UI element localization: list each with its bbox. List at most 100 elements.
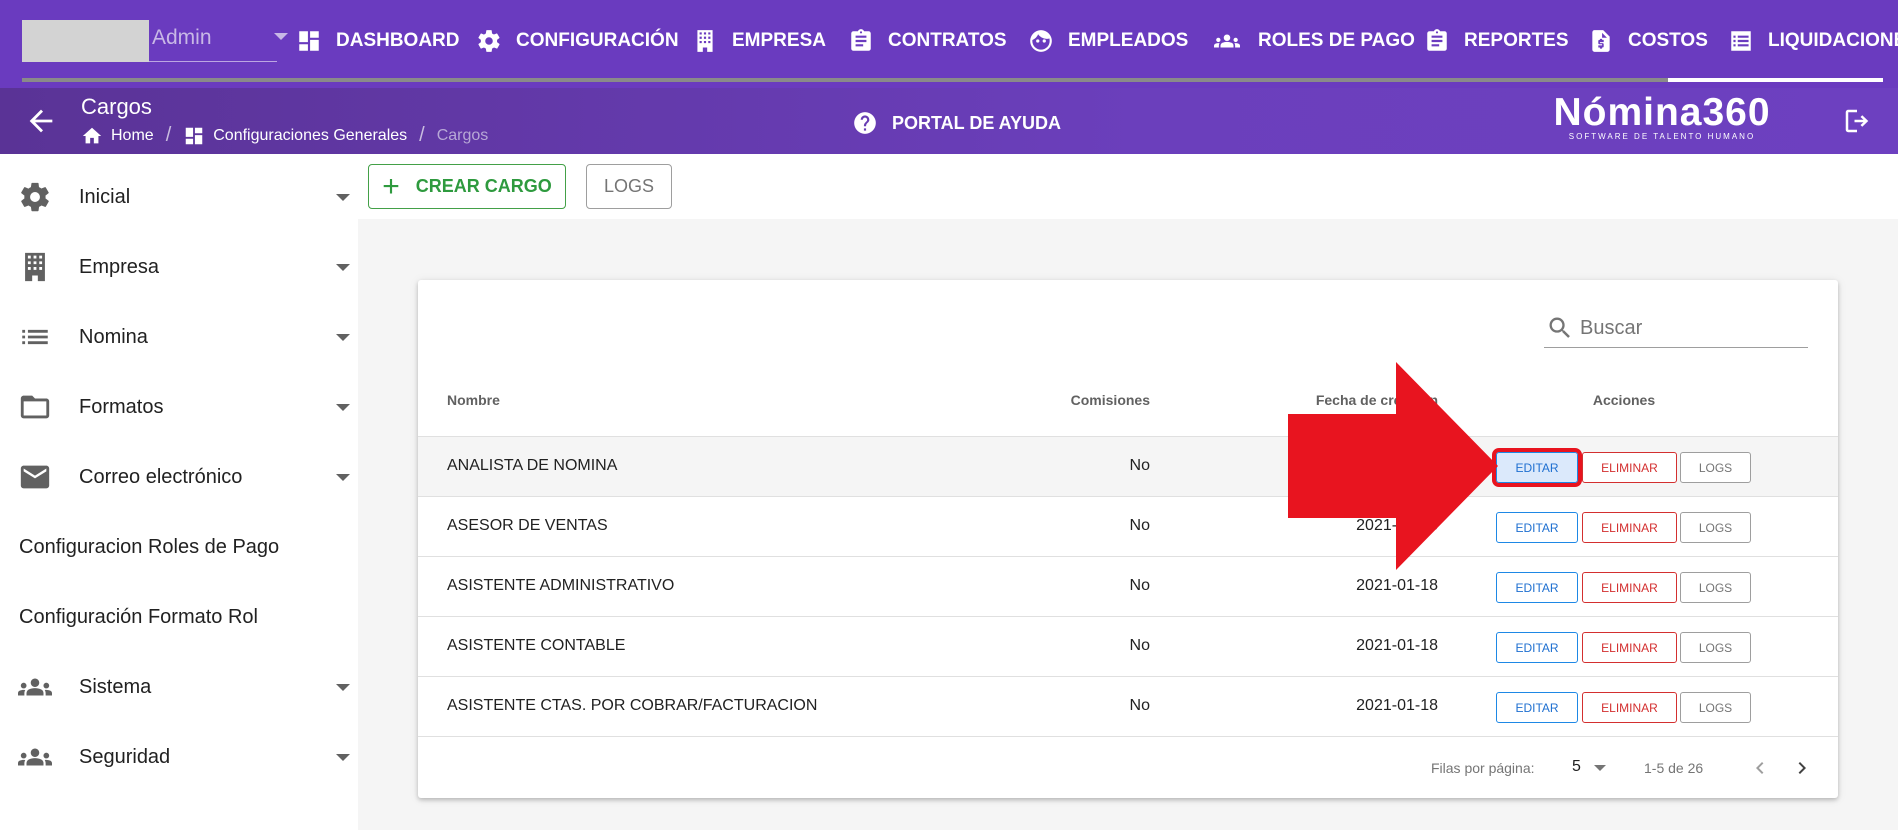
create-cargo-label: CREAR CARGO — [415, 176, 552, 196]
edit-button[interactable]: EDITAR — [1496, 692, 1578, 723]
sidebar-item-nomina[interactable]: Nomina — [0, 308, 358, 366]
plus-icon: + — [382, 169, 400, 203]
cell-nombre: ASISTENTE CONTABLE — [447, 637, 626, 654]
gear-icon — [478, 30, 500, 52]
search-field[interactable] — [1544, 308, 1808, 348]
brand-logo: Nómina360 SOFTWARE DE TALENTO HUMANO — [1549, 90, 1775, 141]
nav-label: CONTRATOS — [888, 30, 1007, 51]
nav-dashboard[interactable]: DASHBOARD — [296, 22, 460, 60]
breadcrumb: Home / Configuraciones Generales / Cargo… — [81, 124, 488, 147]
nav-contratos[interactable]: CONTRATOS — [848, 22, 1007, 60]
dollar-file-icon — [1592, 30, 1610, 52]
delete-button[interactable]: ELIMINAR — [1582, 512, 1677, 543]
search-input[interactable] — [1580, 312, 1804, 344]
edit-button[interactable]: EDITAR — [1496, 572, 1578, 603]
sidebar-item-sistema[interactable]: Sistema — [0, 658, 358, 716]
logout-button[interactable] — [1842, 106, 1872, 136]
chevron-down-icon — [336, 333, 350, 341]
sidebar-item-empresa[interactable]: Empresa — [0, 238, 358, 296]
back-button[interactable] — [24, 104, 58, 138]
breadcrumb-home[interactable]: Home — [111, 127, 154, 145]
cell-nombre: ASISTENTE ADMINISTRATIVO — [447, 577, 675, 594]
sidebar-item-label: Seguridad — [79, 745, 171, 768]
row-logs-button[interactable]: LOGS — [1680, 692, 1751, 723]
column-header-comisiones[interactable]: Comisiones — [1030, 392, 1150, 408]
sidebar-item-correo[interactable]: Correo electrónico — [0, 448, 358, 506]
sidebar-item-config-roles-pago[interactable]: Configuracion Roles de Pago — [0, 518, 358, 576]
cell-fecha: 2021-01-18 — [1356, 697, 1438, 714]
logs-button[interactable]: LOGS — [586, 164, 672, 209]
sidebar-item-label: Inicial — [79, 185, 131, 208]
chevron-down-icon[interactable] — [1594, 765, 1606, 771]
group-icon — [18, 740, 52, 774]
cell-comisiones: No — [1129, 517, 1150, 534]
table-row: ASESOR DE VENTAS No 2021-01-18 EDITAR EL… — [418, 497, 1838, 557]
nav-label: EMPRESA — [732, 30, 826, 51]
edit-button[interactable]: EDITAR — [1492, 448, 1582, 487]
sidebar-item-label: Formatos — [79, 395, 164, 418]
nav-empresa[interactable]: EMPRESA — [692, 22, 826, 60]
nav-roles-de-pago[interactable]: ROLES DE PAGO — [1210, 22, 1415, 60]
help-portal-link[interactable]: PORTAL DE AYUDA — [852, 110, 1061, 136]
nav-reportes[interactable]: REPORTES — [1424, 22, 1569, 60]
group-icon — [1214, 34, 1240, 48]
row-logs-button[interactable]: LOGS — [1680, 452, 1751, 483]
delete-button[interactable]: ELIMINAR — [1582, 692, 1677, 723]
delete-button[interactable]: ELIMINAR — [1582, 632, 1677, 663]
next-page-button[interactable] — [1790, 756, 1814, 780]
cargos-table-card: Nombre Comisiones Fecha de creación Acci… — [418, 280, 1838, 798]
user-selector[interactable]: Admin — [22, 20, 288, 62]
edit-button[interactable]: EDITAR — [1496, 632, 1578, 663]
chevron-down-icon — [336, 193, 350, 201]
rows-per-page-label: Filas por página: — [1431, 760, 1535, 776]
delete-button[interactable]: ELIMINAR — [1582, 572, 1677, 603]
sidebar-item-config-formato-rol[interactable]: Configuración Formato Rol — [0, 588, 358, 646]
building-icon — [18, 250, 52, 284]
sidebar-item-label: Empresa — [79, 255, 160, 278]
folder-icon — [18, 390, 52, 424]
nav-liquidaciones[interactable]: LIQUIDACIONE — [1728, 22, 1898, 60]
cell-comisiones: No — [1129, 577, 1150, 594]
chevron-down-icon — [336, 753, 350, 761]
column-header-nombre[interactable]: Nombre — [447, 392, 500, 408]
row-logs-button[interactable]: LOGS — [1680, 572, 1751, 603]
page-header: Cargos Home / Configuraciones Generales … — [0, 88, 1898, 154]
chevron-down-icon — [274, 33, 288, 40]
sidebar-item-formatos[interactable]: Formatos — [0, 378, 358, 436]
cell-fecha: 2021-01-18 — [1356, 517, 1438, 534]
nav-label: LIQUIDACIONE — [1768, 30, 1898, 51]
cell-comisiones: No — [1129, 697, 1150, 714]
chevron-down-icon — [336, 263, 350, 271]
cell-comisiones: No — [1129, 457, 1150, 474]
chevron-down-icon — [336, 403, 350, 411]
top-navigation: Admin DASHBOARD CONFIGURACIÓN EMPRESA CO… — [0, 0, 1898, 88]
nav-label: REPORTES — [1464, 30, 1569, 51]
edit-button[interactable]: EDITAR — [1496, 512, 1578, 543]
dashboard-icon — [299, 31, 319, 51]
breadcrumb-config[interactable]: Configuraciones Generales — [213, 127, 407, 145]
chevron-right-icon — [1798, 762, 1806, 774]
sidebar-item-label: Configuracion Roles de Pago — [19, 535, 280, 558]
row-logs-button[interactable]: LOGS — [1680, 512, 1751, 543]
nav-costos[interactable]: COSTOS — [1588, 22, 1708, 60]
rows-per-page-select[interactable]: 5 — [1572, 758, 1581, 776]
previous-page-button[interactable] — [1748, 756, 1772, 780]
cell-nombre: ASESOR DE VENTAS — [447, 517, 608, 534]
clipboard-icon — [851, 29, 871, 51]
table-row: ASISTENTE CONTABLE No 2021-01-18 EDITAR … — [418, 617, 1838, 677]
chevron-left-icon — [1756, 762, 1764, 774]
nav-underline — [22, 78, 1668, 82]
table-pagination: Filas por página: 5 1-5 de 26 — [418, 738, 1838, 798]
nav-empleados[interactable]: EMPLEADOS — [1028, 22, 1188, 60]
create-cargo-button[interactable]: + CREAR CARGO — [368, 164, 566, 209]
column-header-fecha[interactable]: Fecha de creación — [1238, 392, 1438, 408]
sidebar-item-inicial[interactable]: Inicial — [0, 168, 358, 226]
clipboard-icon — [1427, 29, 1447, 51]
home-icon — [82, 127, 102, 143]
delete-button[interactable]: ELIMINAR — [1582, 452, 1677, 483]
nav-configuracion[interactable]: CONFIGURACIÓN — [476, 22, 679, 60]
table-row: ANALISTA DE NOMINA No EDITAR ELIMINAR LO… — [418, 437, 1838, 497]
row-logs-button[interactable]: LOGS — [1680, 632, 1751, 663]
sidebar-item-seguridad[interactable]: Seguridad — [0, 728, 358, 786]
chevron-down-icon — [336, 683, 350, 691]
